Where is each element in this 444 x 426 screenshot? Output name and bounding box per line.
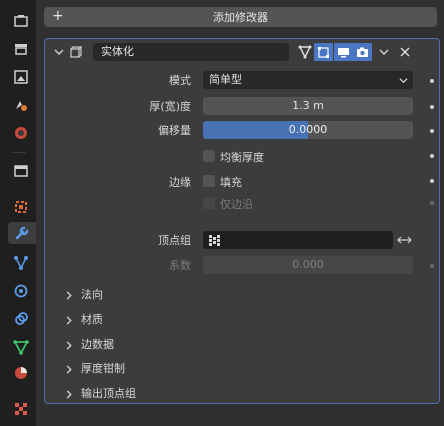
- vertex-triangle-icon: [298, 45, 311, 59]
- tab-modifiers[interactable]: [8, 222, 36, 244]
- even-thickness-checkbox[interactable]: [203, 150, 215, 162]
- offset-slider[interactable]: 0.0000: [203, 121, 413, 139]
- object-icon: [15, 201, 27, 213]
- tab-render[interactable]: [10, 38, 32, 60]
- plus-icon: +: [52, 8, 64, 24]
- view-layer-icon: [16, 101, 27, 111]
- vertex-group-icon: [209, 235, 220, 246]
- texture-icon: [15, 403, 27, 415]
- subpanel-materials[interactable]: 材质: [65, 311, 103, 329]
- tab-object[interactable]: [10, 196, 32, 218]
- remove-modifier-button[interactable]: [395, 43, 414, 61]
- subpanel-label: 法向: [81, 288, 103, 301]
- chevron-right-icon: [65, 290, 77, 300]
- mode-label: 模式: [169, 74, 191, 87]
- chevron-right-icon: [65, 389, 77, 399]
- camera-icon: [357, 47, 368, 57]
- modifier-name-field[interactable]: 实体化: [93, 43, 289, 61]
- render-icon: [15, 44, 27, 55]
- tab-particles[interactable]: [10, 252, 32, 274]
- edit-mode-toggle[interactable]: [314, 43, 333, 61]
- vertex-group-label: 顶点组: [158, 234, 191, 247]
- properties-editor: + 添加修改器 实体化 模式 简单型 厚(宽)度 1.3 m 偏移量 0.000…: [0, 0, 444, 426]
- keyframe-dot[interactable]: [430, 264, 434, 268]
- subpanel-label: 输出顶点组: [81, 387, 136, 400]
- keyframe-dot[interactable]: [430, 201, 434, 205]
- tab-scene[interactable]: [10, 122, 32, 144]
- factor-field[interactable]: 0.000: [203, 256, 413, 274]
- render-toggle[interactable]: [353, 43, 372, 61]
- only-rim-checkbox[interactable]: [203, 197, 215, 209]
- tab-material[interactable]: [10, 362, 32, 384]
- chevron-right-icon: [65, 340, 77, 350]
- tab-collection[interactable]: [10, 160, 32, 182]
- subpanel-edge-data[interactable]: 边数据: [65, 336, 114, 354]
- chevron-right-icon: [65, 364, 77, 374]
- chevron-down-icon: [378, 49, 389, 56]
- collection-icon: [14, 165, 28, 177]
- subpanel-label: 边数据: [81, 338, 114, 351]
- monitor-icon: [338, 47, 349, 57]
- vertex-group-field[interactable]: [203, 231, 393, 249]
- keyframe-dot[interactable]: [430, 105, 434, 109]
- tab-texture[interactable]: [10, 398, 32, 420]
- offset-value: 0.0000: [288, 123, 328, 136]
- subpanel-label: 材质: [81, 313, 103, 326]
- mesh-data-icon: [13, 340, 29, 355]
- mode-select[interactable]: 简单型: [203, 71, 413, 89]
- solidify-icon: [67, 44, 83, 60]
- invert-arrows-icon: [396, 236, 412, 244]
- tab-constraints[interactable]: [10, 308, 32, 330]
- subpanel-thickness-clamp[interactable]: 厚度钳制: [65, 360, 125, 378]
- chevron-right-icon: [65, 315, 77, 325]
- even-thickness-label: 均衡厚度: [220, 151, 264, 164]
- modifier-properties: + 添加修改器 实体化 模式 简单型 厚(宽)度 1.3 m 偏移量 0.000…: [36, 0, 444, 426]
- keyframe-dot[interactable]: [430, 179, 434, 183]
- solidify-modifier-panel: 实体化 模式 简单型 厚(宽)度 1.3 m 偏移量 0.0000 均衡厚度 边…: [44, 38, 440, 404]
- particles-icon: [14, 256, 28, 270]
- subpanel-label: 厚度钳制: [81, 362, 125, 375]
- viewport-toggle[interactable]: [334, 43, 353, 61]
- thickness-label: 厚(宽)度: [149, 100, 191, 113]
- thickness-field[interactable]: 1.3 m: [203, 97, 413, 115]
- subpanel-normals[interactable]: 法向: [65, 286, 103, 304]
- invert-vertex-group-toggle[interactable]: [396, 232, 412, 248]
- fill-rim-checkbox[interactable]: [203, 175, 215, 187]
- edit-mode-icon: [318, 46, 329, 58]
- tab-object-data[interactable]: [10, 336, 32, 358]
- add-modifier-button[interactable]: + 添加修改器: [44, 7, 437, 27]
- add-modifier-label: 添加修改器: [213, 11, 268, 24]
- tab-view-layer[interactable]: [10, 94, 32, 116]
- properties-tab-strip: [0, 0, 36, 426]
- material-icon: [15, 367, 27, 379]
- tab-tool[interactable]: [10, 10, 32, 32]
- keyframe-dot[interactable]: [430, 79, 434, 83]
- close-icon: [400, 47, 409, 57]
- modifier-menu-dropdown[interactable]: [374, 43, 393, 61]
- output-icon: [14, 70, 28, 84]
- scene-icon: [15, 127, 27, 139]
- subpanel-output-vertex-groups[interactable]: 输出顶点组: [65, 385, 136, 403]
- mode-value: 简单型: [209, 73, 242, 86]
- physics-icon: [14, 284, 28, 298]
- tab-output[interactable]: [10, 66, 32, 88]
- fill-rim-label: 填充: [220, 176, 242, 189]
- tool-icon: [14, 15, 28, 27]
- only-rim-label: 仅边沿: [220, 198, 253, 211]
- factor-label: 系数: [169, 259, 191, 272]
- constraints-icon: [15, 312, 28, 325]
- collapse-chevron-icon[interactable]: [51, 44, 67, 60]
- edit-cage-toggle[interactable]: [295, 43, 314, 61]
- keyframe-dot[interactable]: [430, 129, 434, 133]
- chevron-down-icon: [399, 78, 408, 84]
- rim-label: 边缘: [169, 176, 191, 189]
- wrench-icon: [15, 226, 29, 240]
- tab-physics[interactable]: [10, 280, 32, 302]
- offset-label: 偏移量: [158, 124, 191, 137]
- keyframe-dot[interactable]: [430, 154, 434, 158]
